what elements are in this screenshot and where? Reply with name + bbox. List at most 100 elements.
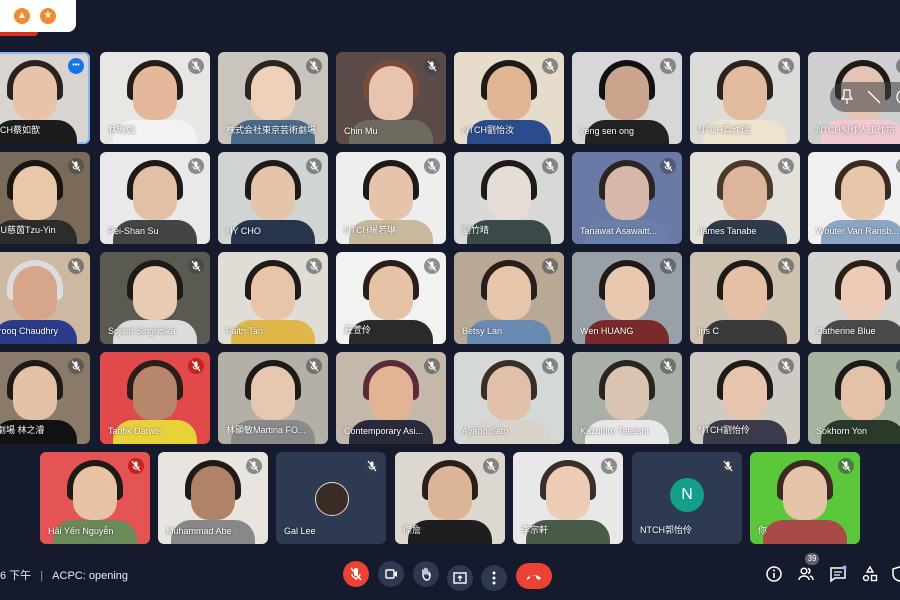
participant-tile[interactable]: Faith Tan (218, 252, 328, 344)
video-person-face (723, 166, 767, 220)
participant-tile[interactable]: NTCH製作人工作坊 (808, 52, 900, 144)
mic-muted-icon (542, 58, 558, 74)
participant-tile[interactable]: Catherine Blue (808, 252, 900, 344)
participant-tile[interactable]: James Tanabe (690, 152, 800, 244)
participant-tile[interactable]: Contemporary Asi... (336, 352, 446, 444)
mic-muted-icon (542, 158, 558, 174)
recording-indicator-bar (0, 32, 38, 36)
participant-tile[interactable]: 林珮如 (100, 52, 210, 144)
participant-tile[interactable]: keng sen ong (572, 52, 682, 144)
leave-call-button[interactable] (516, 563, 552, 589)
participant-tile[interactable]: 你 (750, 452, 860, 544)
camera-toggle-button[interactable] (378, 561, 404, 587)
participant-name: Ayano Sato (462, 426, 509, 436)
video-person-face (487, 366, 531, 420)
star-icon[interactable]: ★ (40, 8, 56, 24)
participant-name: Wouter Van Ransb... (816, 226, 899, 236)
participant-tile[interactable]: NTCH劉怡伶 (690, 352, 800, 444)
mic-muted-icon (838, 458, 854, 474)
meeting-details-button[interactable] (765, 565, 783, 583)
mic-muted-icon (896, 58, 900, 74)
participant-name: Sokhorn Yon (816, 426, 868, 436)
mic-muted-icon (660, 258, 676, 274)
participant-tile[interactable]: Pei-Shan Su (100, 152, 210, 244)
participant-tile[interactable]: Tanawat Asawaitt... (572, 152, 682, 244)
participant-tile[interactable]: 李宗軒 (513, 452, 623, 544)
people-button[interactable] (797, 565, 815, 583)
participant-tile[interactable]: Sojirat Singholka (100, 252, 210, 344)
participant-tile[interactable]: Sokhorn Yon (808, 352, 900, 444)
participant-name: NTCH劉怡汝 (462, 125, 514, 135)
participant-tile[interactable]: 莊萱伶 (336, 252, 446, 344)
participant-name: NTCH高作瑞 (698, 125, 750, 135)
more-options-button[interactable] (481, 565, 507, 591)
video-person-face (369, 66, 413, 120)
participant-name: NTCH劉怡伶 (698, 425, 750, 435)
mic-muted-icon (188, 258, 204, 274)
participant-name: Kazuhiro Tateishi (580, 426, 649, 436)
participant-tile[interactable]: NTCH高作瑞 (690, 52, 800, 144)
chat-button[interactable] (829, 565, 847, 583)
drive-icon[interactable]: ▲ (14, 8, 30, 24)
participant-name: NTCH蔡如歆 (0, 125, 40, 135)
participant-tile[interactable]: Chin Mu (336, 52, 446, 144)
raise-hand-button[interactable] (413, 561, 439, 587)
video-person-face (251, 266, 295, 320)
participant-name: Contemporary Asi... (344, 426, 424, 436)
participant-tile[interactable]: Taufik Darwis (100, 352, 210, 444)
mic-muted-icon (660, 158, 676, 174)
mic-muted-icon (128, 458, 144, 474)
video-person-face (546, 466, 590, 520)
mic-muted-icon (424, 258, 440, 274)
participant-tile[interactable]: N NTCH郭怡伶 (632, 452, 742, 544)
participant-name: 林顯敏Martina FO... (226, 425, 306, 435)
video-person-face (369, 266, 413, 320)
participant-tile[interactable]: Farooq Chaudhry (0, 252, 90, 344)
participant-tile[interactable]: 傑詹 (395, 452, 505, 544)
participant-tile[interactable]: 劉竹晴 (454, 152, 564, 244)
participant-tile[interactable]: Wen HUANG (572, 252, 682, 344)
mic-muted-icon (778, 358, 794, 374)
participant-tile[interactable]: Iris C (690, 252, 800, 344)
host-controls-button[interactable] (890, 565, 900, 583)
participant-name: Tanawat Asawaitt... (580, 226, 658, 236)
participant-tile[interactable]: 想劇場 林之濬 (0, 352, 90, 444)
participant-tile[interactable]: Muhammad Abe (158, 452, 268, 544)
video-person-face (605, 66, 649, 120)
participant-tile[interactable]: Ayano Sato (454, 352, 564, 444)
video-person-face (13, 66, 57, 120)
shield-icon (892, 566, 900, 582)
activities-button[interactable] (861, 565, 879, 583)
participant-tile[interactable]: Hải Yến Nguyễn (40, 452, 150, 544)
mic-muted-icon (306, 58, 322, 74)
participant-name: 株式会社東京芸術劇場 (226, 125, 317, 135)
participant-tile[interactable]: 林顯敏Martina FO... (218, 352, 328, 444)
mic-muted-icon (778, 258, 794, 274)
video-person-face (369, 366, 413, 420)
mic-toggle-button[interactable] (343, 561, 369, 587)
activities-icon (862, 565, 878, 582)
participant-tile[interactable]: Betsy Lan (454, 252, 564, 344)
participant-tile[interactable]: NTCH楊若琳 (336, 152, 446, 244)
participant-tile[interactable]: Wouter Van Ransb... (808, 152, 900, 244)
tile-hover-controls[interactable] (830, 82, 900, 112)
mic-muted-icon (601, 458, 617, 474)
video-person-face (487, 166, 531, 220)
video-person-face (605, 266, 649, 320)
participant-tile[interactable]: ••• NTCH蔡如歆 (0, 52, 90, 144)
video-person-face (783, 466, 827, 520)
participant-tile[interactable]: HY CHO (218, 152, 328, 244)
participant-tile[interactable]: 株式会社東京芸術劇場 (218, 52, 328, 144)
participant-options-icon[interactable]: ••• (68, 58, 84, 74)
mic-muted-icon (896, 358, 900, 374)
participant-name: HSU慈茵Tzu-Yin (0, 225, 56, 235)
present-now-button[interactable] (447, 565, 473, 591)
chat-icon (830, 565, 847, 583)
participant-tile[interactable]: NTCH劉怡汝 (454, 52, 564, 144)
participant-tile[interactable]: Kazuhiro Tateishi (572, 352, 682, 444)
participant-name: Betsy Lan (462, 326, 503, 336)
mic-muted-icon (778, 58, 794, 74)
participant-tile[interactable]: HSU慈茵Tzu-Yin (0, 152, 90, 244)
participant-tile[interactable]: Gal Lee (276, 452, 386, 544)
video-person-face (723, 366, 767, 420)
